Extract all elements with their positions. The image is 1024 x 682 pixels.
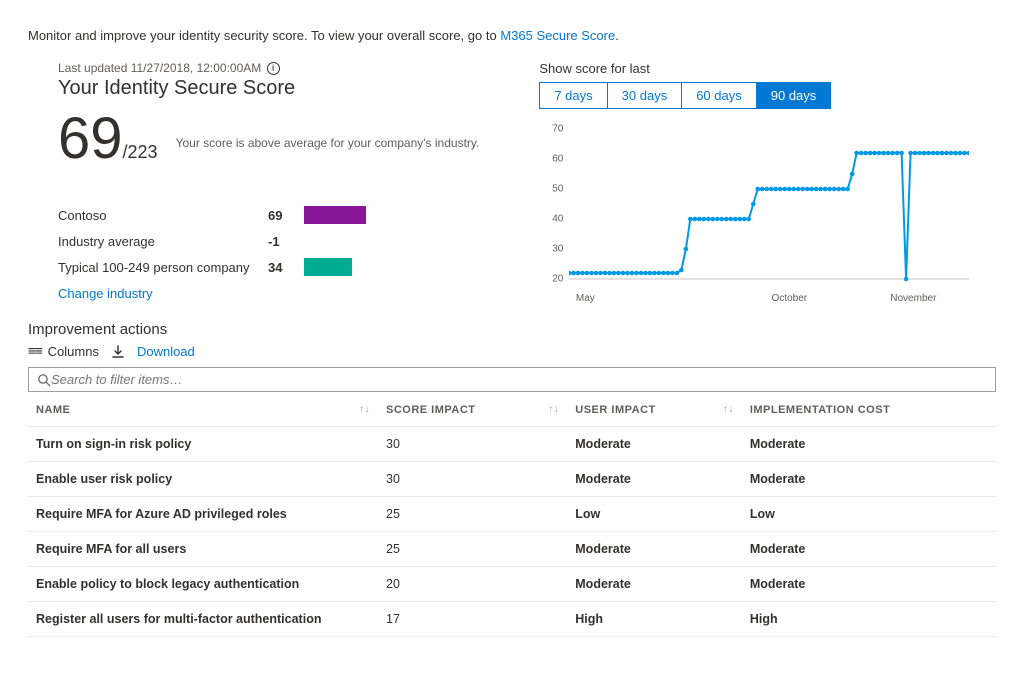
- bar-value: -1: [268, 234, 298, 249]
- bar-label: Contoso: [58, 208, 268, 223]
- table-row[interactable]: Register all users for multi-factor auth…: [28, 602, 996, 637]
- cell-user-impact: Moderate: [567, 567, 742, 602]
- y-tick: 30: [539, 244, 563, 255]
- table-row[interactable]: Turn on sign-in risk policy30ModerateMod…: [28, 427, 996, 462]
- time-pill-7-days[interactable]: 7 days: [539, 82, 607, 109]
- cell-cost: Moderate: [742, 532, 996, 567]
- time-range-label: Show score for last: [539, 61, 996, 76]
- cell-score: 30: [378, 427, 567, 462]
- cell-user-impact: Moderate: [567, 532, 742, 567]
- y-tick: 50: [539, 184, 563, 195]
- score-chart: 203040506070MayOctoberNovember: [539, 129, 979, 299]
- m365-link[interactable]: M365 Secure Score: [500, 28, 615, 43]
- score-value: 69: [58, 106, 123, 171]
- search-input[interactable]: [51, 372, 987, 387]
- cell-score: 25: [378, 532, 567, 567]
- download-button[interactable]: Download: [137, 344, 195, 359]
- cell-user-impact: Moderate: [567, 427, 742, 462]
- sort-icon[interactable]: ↑↓: [359, 404, 370, 415]
- cell-cost: High: [742, 602, 996, 637]
- columns-button[interactable]: Columns: [48, 344, 99, 359]
- last-updated: Last updated 11/27/2018, 12:00:00AM i: [58, 61, 479, 75]
- time-pill-30-days[interactable]: 30 days: [608, 82, 683, 109]
- comparison-row: Industry average-1: [58, 228, 479, 254]
- cell-user-impact: High: [567, 602, 742, 637]
- sort-icon[interactable]: ↑↓: [548, 404, 559, 415]
- x-tick: November: [890, 293, 936, 304]
- cell-name: Require MFA for Azure AD privileged role…: [28, 497, 378, 532]
- bar-label: Industry average: [58, 234, 268, 249]
- table-row[interactable]: Enable policy to block legacy authentica…: [28, 567, 996, 602]
- info-icon[interactable]: i: [267, 62, 280, 75]
- page-title: Your Identity Secure Score: [58, 77, 479, 100]
- cell-name: Require MFA for all users: [28, 532, 378, 567]
- cell-cost: Low: [742, 497, 996, 532]
- line-chart-svg: [569, 129, 969, 289]
- improvement-actions-heading: Improvement actions: [28, 321, 996, 338]
- cell-name: Enable policy to block legacy authentica…: [28, 567, 378, 602]
- x-tick: October: [772, 293, 808, 304]
- table-row[interactable]: Require MFA for Azure AD privileged role…: [28, 497, 996, 532]
- cell-user-impact: Moderate: [567, 462, 742, 497]
- time-pill-90-days[interactable]: 90 days: [757, 82, 832, 109]
- comparison-row: Typical 100-249 person company34: [58, 254, 479, 280]
- cell-cost: Moderate: [742, 427, 996, 462]
- time-range-pills: 7 days30 days60 days90 days: [539, 82, 996, 109]
- time-pill-60-days[interactable]: 60 days: [682, 82, 757, 109]
- cell-score: 25: [378, 497, 567, 532]
- download-icon[interactable]: [111, 345, 125, 359]
- col-header[interactable]: SCORE IMPACT↑↓: [378, 392, 567, 427]
- bar-fill: [304, 258, 352, 276]
- bar-value: 34: [268, 260, 298, 275]
- col-header[interactable]: IMPLEMENTATION COST: [742, 392, 996, 427]
- cell-cost: Moderate: [742, 567, 996, 602]
- cell-score: 17: [378, 602, 567, 637]
- bar-fill: [304, 206, 366, 224]
- cell-name: Enable user risk policy: [28, 462, 378, 497]
- y-tick: 20: [539, 274, 563, 285]
- cell-name: Register all users for multi-factor auth…: [28, 602, 378, 637]
- table-row[interactable]: Enable user risk policy30ModerateModerat…: [28, 462, 996, 497]
- cell-cost: Moderate: [742, 462, 996, 497]
- columns-icon[interactable]: ≡≡: [28, 344, 42, 359]
- score-message: Your score is above average for your com…: [158, 110, 480, 150]
- col-header[interactable]: NAME↑↓: [28, 392, 378, 427]
- y-tick: 60: [539, 154, 563, 165]
- score-max: /223: [123, 142, 158, 162]
- x-tick: May: [576, 293, 595, 304]
- table-row[interactable]: Require MFA for all users25ModerateModer…: [28, 532, 996, 567]
- cell-score: 30: [378, 462, 567, 497]
- comparison-row: Contoso69: [58, 202, 479, 228]
- search-box[interactable]: [28, 367, 996, 392]
- cell-user-impact: Low: [567, 497, 742, 532]
- cell-score: 20: [378, 567, 567, 602]
- search-icon: [37, 373, 51, 387]
- col-header[interactable]: USER IMPACT↑↓: [567, 392, 742, 427]
- bar-value: 69: [268, 208, 298, 223]
- y-tick: 40: [539, 214, 563, 225]
- cell-name: Turn on sign-in risk policy: [28, 427, 378, 462]
- sort-icon[interactable]: ↑↓: [723, 404, 734, 415]
- y-tick: 70: [539, 124, 563, 135]
- change-industry-link[interactable]: Change industry: [58, 286, 153, 301]
- bar-label: Typical 100-249 person company: [58, 260, 268, 275]
- actions-table: NAME↑↓SCORE IMPACT↑↓USER IMPACT↑↓IMPLEME…: [28, 392, 996, 637]
- intro-text: Monitor and improve your identity securi…: [28, 28, 996, 43]
